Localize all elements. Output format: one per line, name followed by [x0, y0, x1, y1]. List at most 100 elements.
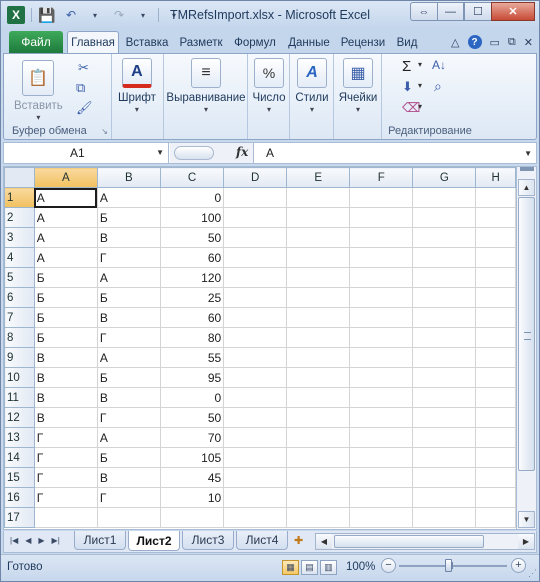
cell-h[interactable] [475, 227, 516, 248]
column-header-e[interactable]: E [286, 167, 351, 188]
worksheet-grid[interactable]: A B C D E F G H 1 А А 0 2 А Б 100 3 А В 50 4 А Г 60 5 Б А 1… [3, 166, 517, 530]
tab-formulas[interactable]: Формул [230, 33, 280, 53]
cell-a[interactable]: А [33, 247, 98, 268]
cell-h[interactable] [475, 287, 516, 308]
cell-h[interactable] [475, 307, 516, 328]
cell-b[interactable]: А [96, 347, 161, 368]
cell-f[interactable] [349, 487, 414, 508]
find-select-icon[interactable]: ⌕ [434, 78, 442, 95]
cell-b[interactable]: А [96, 187, 161, 208]
number-button[interactable]: % Число ▾ [248, 58, 290, 114]
cell-d[interactable] [223, 227, 288, 248]
cell-a[interactable]: Г [33, 487, 98, 508]
cell-h[interactable] [475, 207, 516, 228]
font-button[interactable]: A Шрифт ▾ [118, 58, 156, 114]
cell-c[interactable]: 105 [159, 447, 225, 468]
cell-g[interactable] [412, 487, 477, 508]
cell-d[interactable] [223, 307, 288, 328]
cell-d[interactable] [223, 367, 288, 388]
cell-f[interactable] [349, 267, 414, 288]
cell-b[interactable]: В [96, 227, 161, 248]
workbook-close-icon[interactable]: ✕ [524, 36, 533, 49]
cell-g[interactable] [412, 327, 477, 348]
zoom-slider-track[interactable] [399, 565, 507, 567]
cell-f[interactable] [349, 407, 414, 428]
cell-a[interactable] [33, 507, 98, 528]
last-sheet-icon[interactable]: ▶| [52, 536, 60, 545]
cell-a[interactable]: Г [33, 447, 98, 468]
resize-grip-icon[interactable]: ⋰ [528, 568, 537, 579]
autosum-icon[interactable]: Σ [402, 58, 411, 75]
cell-e[interactable] [286, 447, 351, 468]
cell-b[interactable] [96, 507, 161, 528]
sort-filter-icon[interactable]: A↓ [432, 58, 446, 72]
alignment-button[interactable]: ≡ Выравнивание ▾ [164, 58, 248, 114]
vertical-scrollbar[interactable]: ▲ ▼ [517, 166, 537, 530]
cell-a[interactable]: А [33, 227, 98, 248]
cell-a[interactable]: В [33, 407, 98, 428]
fill-dropdown-icon[interactable]: ▾ [418, 81, 422, 90]
select-all-corner[interactable] [4, 167, 35, 188]
cell-f[interactable] [349, 207, 414, 228]
tab-review[interactable]: Рецензи [338, 33, 388, 53]
cell-e[interactable] [286, 287, 351, 308]
normal-view-button[interactable]: ▦ [282, 560, 299, 575]
cell-e[interactable] [286, 487, 351, 508]
cell-d[interactable] [223, 507, 288, 528]
scroll-right-button[interactable]: ▶ [518, 534, 534, 549]
name-box[interactable]: A1 ▼ [4, 143, 169, 163]
cell-d[interactable] [223, 207, 288, 228]
row-header[interactable]: 8 [4, 327, 35, 348]
cell-h[interactable] [475, 387, 516, 408]
cell-e[interactable] [286, 347, 351, 368]
cell-a[interactable]: Г [33, 467, 98, 488]
cell-e[interactable] [286, 327, 351, 348]
zoom-slider-thumb[interactable] [445, 559, 452, 572]
cell-h[interactable] [475, 407, 516, 428]
cell-e[interactable] [286, 307, 351, 328]
row-header[interactable]: 1 [4, 187, 35, 208]
cell-g[interactable] [412, 307, 477, 328]
row-header[interactable]: 10 [4, 367, 35, 388]
row-header[interactable]: 4 [4, 247, 35, 268]
vertical-scroll-thumb[interactable] [518, 197, 535, 471]
workbook-restore-icon[interactable]: ⧉ [508, 36, 516, 49]
autosum-dropdown-icon[interactable]: ▾ [418, 60, 422, 69]
cell-e[interactable] [286, 267, 351, 288]
cell-a[interactable]: Б [33, 327, 98, 348]
row-header[interactable]: 17 [4, 507, 35, 528]
column-header-b[interactable]: B [96, 167, 161, 188]
cell-b[interactable]: Б [96, 207, 161, 228]
cells-button[interactable]: ▦ Ячейки ▾ [334, 58, 382, 114]
sheet-tab-4[interactable]: Лист4 [236, 531, 288, 550]
cell-a[interactable]: А [33, 207, 98, 228]
cell-g[interactable] [412, 247, 477, 268]
cell-g[interactable] [412, 187, 477, 208]
column-header-f[interactable]: F [349, 167, 414, 188]
cell-e[interactable] [286, 367, 351, 388]
cell-g[interactable] [412, 467, 477, 488]
cell-b[interactable]: Б [96, 447, 161, 468]
cell-c[interactable]: 100 [159, 207, 225, 228]
cell-e[interactable] [286, 187, 351, 208]
sheet-tab-2[interactable]: Лист2 [128, 531, 180, 551]
cell-c[interactable]: 120 [159, 267, 225, 288]
cell-e[interactable] [286, 227, 351, 248]
cell-f[interactable] [349, 367, 414, 388]
formula-input[interactable]: А [266, 146, 274, 160]
cell-e[interactable] [286, 407, 351, 428]
cell-f[interactable] [349, 287, 414, 308]
tab-insert[interactable]: Вставка [123, 33, 171, 53]
tab-page-layout[interactable]: Разметк [176, 33, 226, 53]
first-sheet-icon[interactable]: |◀ [10, 536, 18, 545]
cell-g[interactable] [412, 367, 477, 388]
row-header[interactable]: 11 [4, 387, 35, 408]
cell-d[interactable] [223, 247, 288, 268]
cell-c[interactable]: 25 [159, 287, 225, 308]
clipboard-launcher-icon[interactable]: ↘ [101, 127, 108, 136]
cell-h[interactable] [475, 247, 516, 268]
cell-f[interactable] [349, 387, 414, 408]
workbook-minimize-icon[interactable]: ▭ [490, 36, 500, 49]
minimize-ribbon-icon[interactable]: △ [451, 36, 459, 49]
styles-button[interactable]: A Стили ▾ [290, 58, 334, 114]
